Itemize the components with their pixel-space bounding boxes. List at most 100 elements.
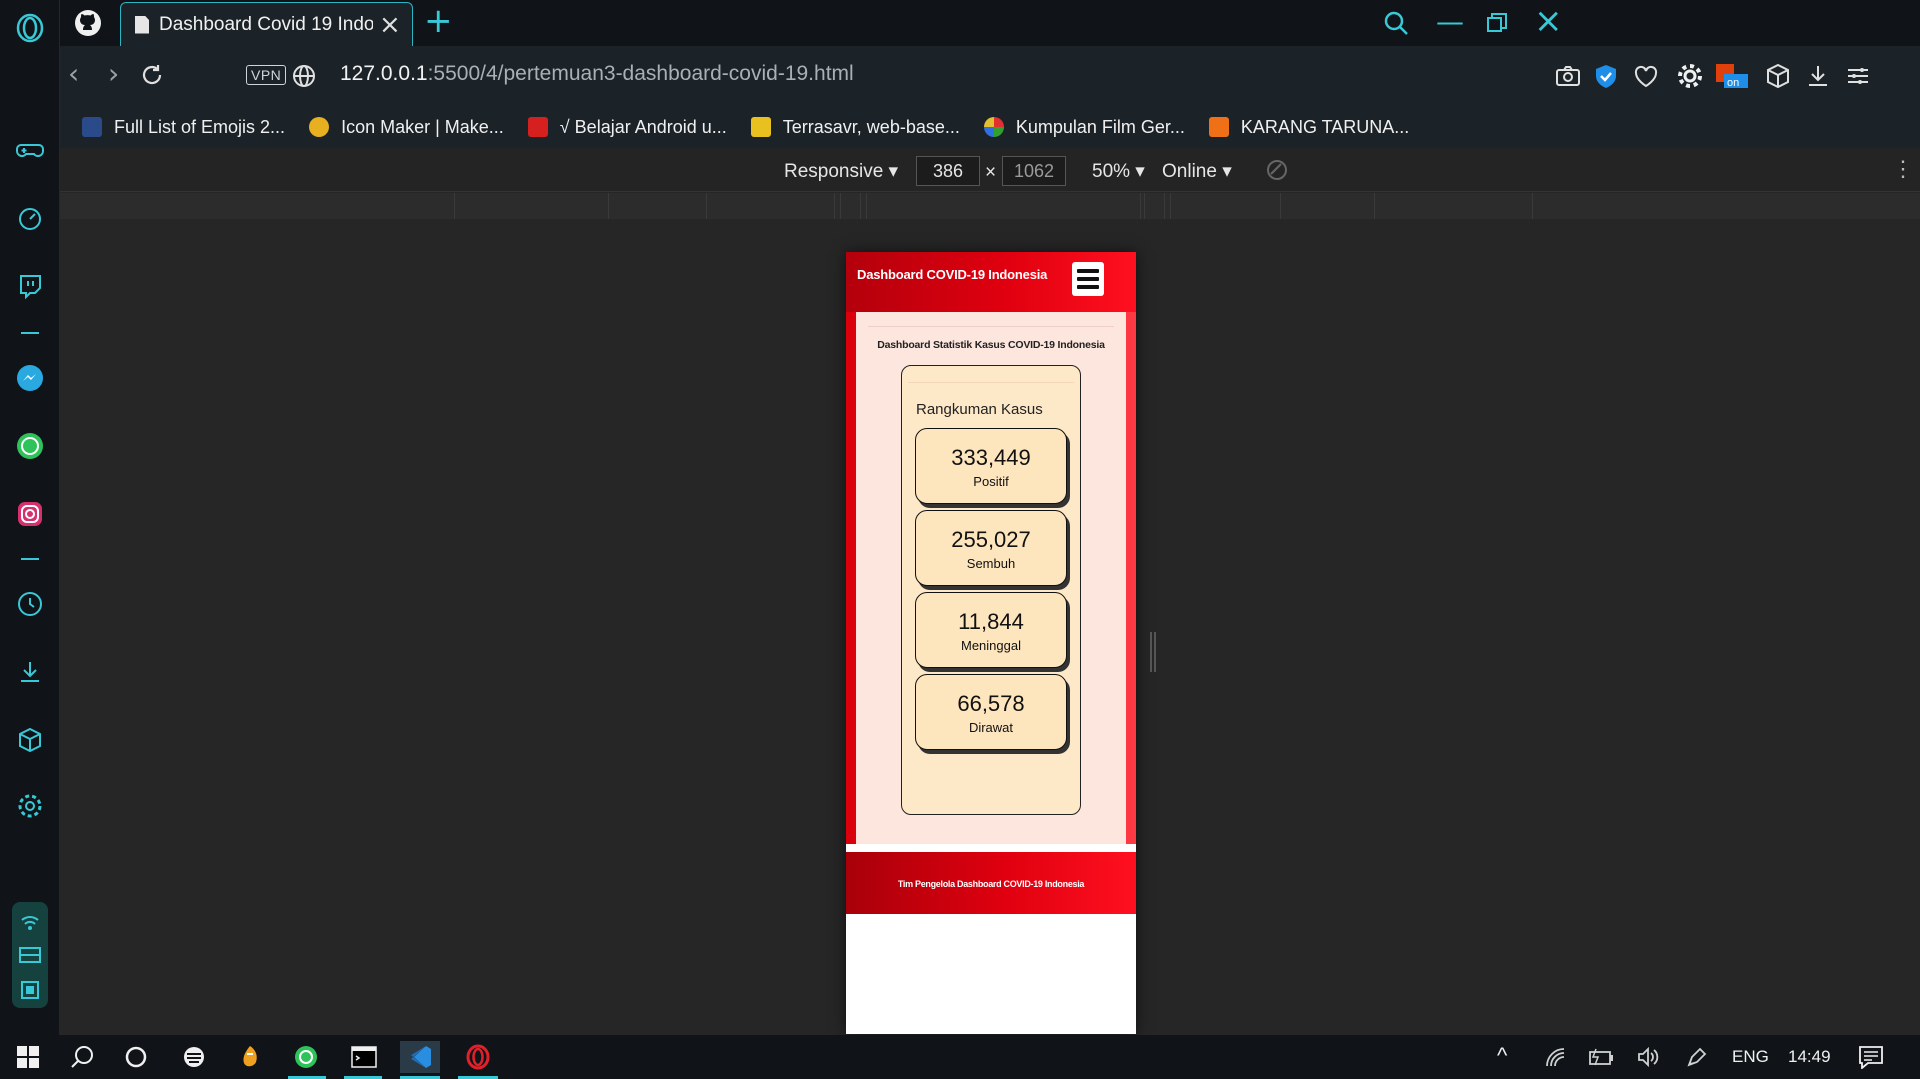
cube-icon[interactable] bbox=[1764, 62, 1792, 90]
viewport-resize-handle[interactable] bbox=[1150, 632, 1156, 672]
cortana-icon[interactable] bbox=[116, 1041, 156, 1073]
stat-value: 255,027 bbox=[951, 527, 1031, 552]
windows-start-icon[interactable] bbox=[8, 1041, 48, 1073]
settings-icon[interactable] bbox=[0, 786, 60, 826]
heart-icon[interactable] bbox=[1632, 62, 1660, 90]
media-query-ruler bbox=[60, 193, 1920, 219]
stat-label: Meninggal bbox=[961, 638, 1021, 653]
url-path: :5500/4/pertemuan3-dashboard-covid-19.ht… bbox=[427, 62, 854, 85]
battery-icon[interactable] bbox=[1588, 1047, 1614, 1067]
footer-text: Tim Pengelola Dashboard COVID-19 Indones… bbox=[897, 879, 1085, 889]
gamepad-icon[interactable] bbox=[0, 130, 60, 170]
stat-label: Positif bbox=[973, 474, 1009, 489]
zoom-label: 50% bbox=[1092, 161, 1131, 182]
github-icon[interactable] bbox=[74, 9, 102, 37]
device-mode-label: Responsive bbox=[784, 161, 884, 182]
gear-icon[interactable] bbox=[1676, 62, 1704, 90]
close-window-icon[interactable]: × bbox=[1534, 4, 1563, 38]
sidebar-separator bbox=[21, 332, 39, 334]
reload-icon[interactable] bbox=[140, 63, 164, 87]
history-icon[interactable] bbox=[0, 584, 60, 624]
page-heading: Dashboard Statistik Kasus COVID-19 Indon… bbox=[877, 339, 1105, 351]
more-options-icon[interactable]: ⋮ bbox=[1892, 156, 1914, 182]
download-icon[interactable] bbox=[1804, 62, 1832, 90]
instagram-icon[interactable] bbox=[0, 494, 60, 534]
opera-logo-icon[interactable] bbox=[0, 8, 60, 48]
spacer bbox=[846, 844, 1136, 852]
show-hidden-icons-icon[interactable]: ^ bbox=[1497, 1043, 1507, 1069]
vscode-icon[interactable] bbox=[400, 1041, 440, 1073]
vpn-badge[interactable]: VPN bbox=[246, 65, 287, 85]
bookmark-item[interactable]: Terrasavr, web-base... bbox=[750, 116, 960, 138]
bookmark-label: Terrasavr, web-base... bbox=[782, 116, 960, 137]
bookmark-item[interactable]: Full List of Emojis 2... bbox=[82, 117, 285, 138]
device-toolbar: Responsive ▾ 386 × 1062 50% ▾ Online ▾ ⋮ bbox=[60, 148, 1920, 192]
messenger-icon[interactable] bbox=[0, 358, 60, 398]
stat-card-meninggal: 11,844 Meninggal bbox=[915, 592, 1067, 668]
back-icon[interactable]: ‹ bbox=[68, 60, 79, 88]
bookmark-label: Kumpulan Film Ger... bbox=[1015, 116, 1185, 137]
system-monitor-panel[interactable] bbox=[12, 902, 48, 1008]
speed-dial-icon[interactable] bbox=[0, 198, 60, 238]
stat-value: 66,578 bbox=[957, 691, 1025, 716]
summary-card: Rangkuman Kasus 333,449 Positif 255,027 … bbox=[901, 365, 1081, 815]
notifications-icon[interactable] bbox=[1858, 1045, 1884, 1069]
twitch-icon[interactable] bbox=[0, 266, 60, 306]
bookmark-favicon-icon bbox=[750, 117, 771, 137]
browser-app-icon[interactable] bbox=[174, 1041, 214, 1073]
search-tabs-icon[interactable] bbox=[1383, 10, 1409, 36]
stat-label: Dirawat bbox=[968, 720, 1014, 735]
stat-value: 333,449 bbox=[951, 445, 1031, 470]
network-throttle-select[interactable]: Online ▾ bbox=[1162, 160, 1232, 183]
clock-time[interactable]: 14:49 bbox=[1788, 1047, 1831, 1067]
stat-card-dirawat: 66,578 Dirawat bbox=[915, 674, 1067, 750]
terminal-icon[interactable] bbox=[344, 1041, 384, 1073]
address-bar: ‹ › VPN 127.0.0.1:5500/4/pertemuan3-dash… bbox=[60, 46, 1920, 106]
search-icon[interactable] bbox=[62, 1041, 102, 1073]
device-viewport: Dashboard COVID-19 Indonesia Dashboard S… bbox=[846, 252, 1136, 1034]
hamburger-menu-icon[interactable] bbox=[1072, 262, 1104, 296]
tab-title: Dashboard Covid 19 Indonesia bbox=[159, 13, 373, 35]
forward-icon[interactable]: › bbox=[108, 60, 119, 88]
document-icon bbox=[135, 15, 149, 34]
camera-icon[interactable] bbox=[1554, 62, 1582, 90]
globe-icon[interactable] bbox=[292, 64, 316, 88]
device-width-input[interactable]: 386 bbox=[916, 156, 980, 186]
extension-on-icon[interactable]: on bbox=[1716, 62, 1748, 90]
opera-app-icon[interactable] bbox=[458, 1041, 498, 1073]
stat-label: Sembuh bbox=[966, 556, 1016, 571]
extensions-icon[interactable] bbox=[0, 720, 60, 760]
bookmark-item[interactable]: Icon Maker | Make... bbox=[309, 117, 504, 138]
pen-icon[interactable] bbox=[1686, 1046, 1708, 1068]
url-host: 127.0.0.1 bbox=[340, 62, 428, 85]
bookmark-item[interactable]: √ Belajar Android u... bbox=[527, 117, 727, 138]
rotate-icon[interactable] bbox=[1266, 159, 1288, 181]
url-field[interactable]: 127.0.0.1:5500/4/pertemuan3-dashboard-co… bbox=[340, 62, 854, 86]
zoom-select[interactable]: 50% ▾ bbox=[1092, 160, 1145, 183]
whatsapp-icon[interactable] bbox=[0, 426, 60, 466]
whatsapp-app-icon[interactable] bbox=[286, 1041, 326, 1073]
site-footer: Tim Pengelola Dashboard COVID-19 Indones… bbox=[846, 852, 1136, 914]
main-content: Dashboard Statistik Kasus COVID-19 Indon… bbox=[846, 312, 1136, 844]
minimize-icon[interactable]: — bbox=[1436, 8, 1464, 36]
close-tab-icon[interactable]: × bbox=[379, 12, 401, 38]
new-tab-icon[interactable]: + bbox=[424, 4, 453, 38]
bookmark-favicon-icon bbox=[983, 117, 1004, 137]
bookmark-favicon-icon bbox=[1208, 117, 1229, 137]
restore-icon[interactable] bbox=[1486, 12, 1508, 34]
device-height-input[interactable]: 1062 bbox=[1002, 156, 1066, 186]
tab-active[interactable]: Dashboard Covid 19 Indonesia × bbox=[120, 2, 413, 46]
easy-setup-icon[interactable] bbox=[1844, 62, 1872, 90]
network-label: Online bbox=[1162, 161, 1217, 182]
downloads-icon[interactable] bbox=[0, 652, 60, 692]
bookmark-item[interactable]: KARANG TARUNA... bbox=[1208, 117, 1409, 138]
input-language[interactable]: ENG bbox=[1732, 1047, 1769, 1067]
volume-icon[interactable] bbox=[1636, 1046, 1660, 1068]
bookmark-label: Icon Maker | Make... bbox=[341, 116, 504, 137]
fl-studio-icon[interactable] bbox=[230, 1041, 270, 1073]
device-mode-select[interactable]: Responsive ▾ bbox=[784, 160, 898, 183]
shield-icon[interactable] bbox=[1592, 62, 1620, 90]
bookmark-item[interactable]: Kumpulan Film Ger... bbox=[983, 116, 1185, 138]
site-title: Dashboard COVID-19 Indonesia bbox=[857, 267, 1048, 282]
wifi-icon[interactable] bbox=[1544, 1046, 1566, 1068]
